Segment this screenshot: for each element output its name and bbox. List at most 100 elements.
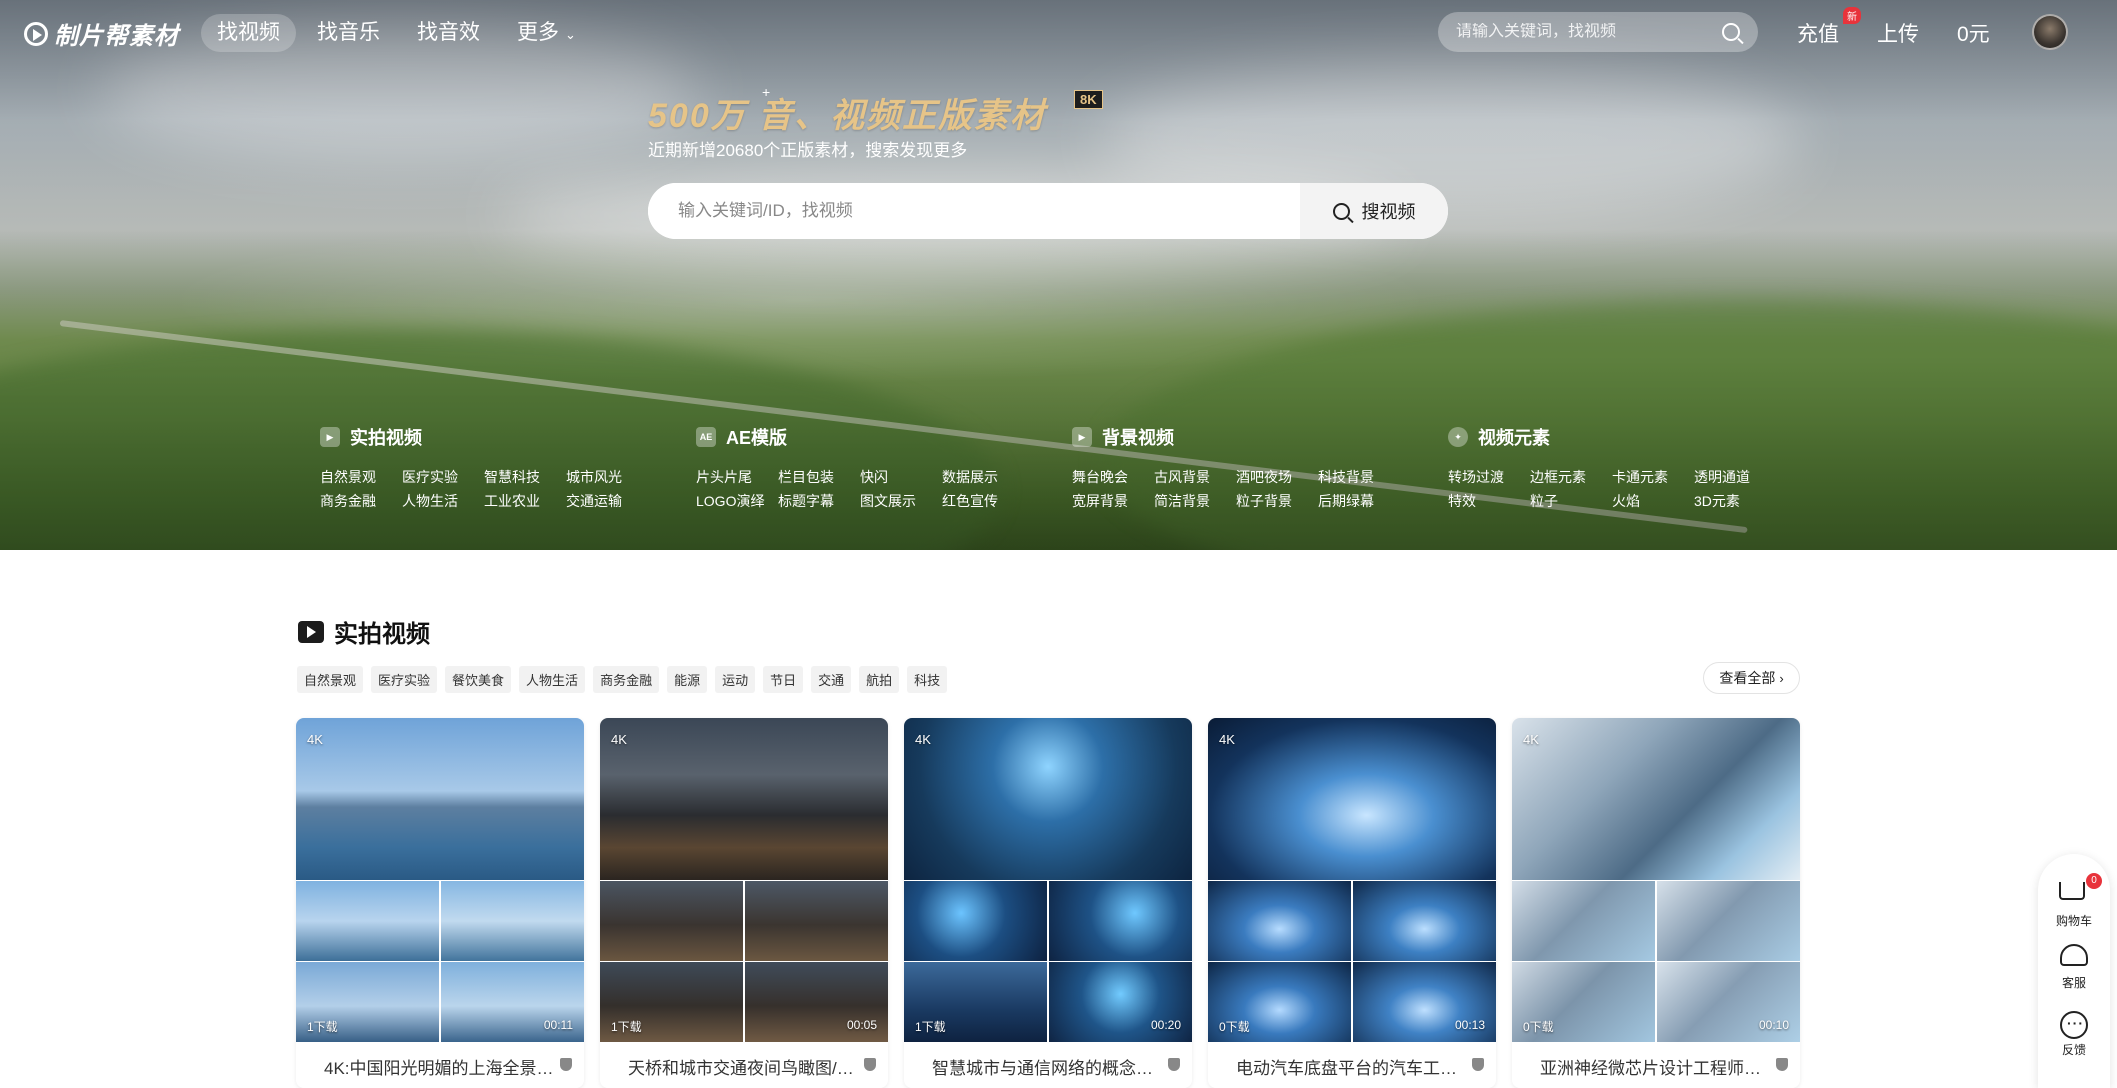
category-title[interactable]: AE AE模版 [696,425,1024,449]
logo-play-icon [24,21,48,46]
logo[interactable]: 制片帮素材 [24,16,179,51]
category-title[interactable]: ✦ 视频元素 [1448,425,1776,449]
customer-service-button[interactable]: 客服 [2038,944,2110,991]
category-link[interactable]: 特效 [1448,491,1530,511]
category-title-text: 视频元素 [1478,428,1550,448]
category-link[interactable]: 科技背景 [1318,467,1400,487]
video-card[interactable]: 4K 0下载 00:10 亚洲神经微芯片设计工程师使... [1512,718,1800,1088]
category-link[interactable]: 快闪 [860,467,942,487]
filter-tag[interactable]: 商务金融 [593,666,660,693]
category-link[interactable]: 自然景观 [320,467,402,487]
floating-toolbar: 0 购物车 客服 反馈 [2038,854,2110,1088]
category-link[interactable]: 栏目包装 [778,467,860,487]
shield-icon [1472,1058,1484,1071]
category-link[interactable]: 边框元素 [1530,467,1612,487]
shield-icon [1776,1058,1788,1071]
category-link[interactable]: 数据展示 [942,467,1024,487]
new-badge: 新 [1843,7,1861,24]
search-icon [1332,202,1350,220]
top-search-input[interactable] [1456,23,1722,41]
category-link[interactable]: 卡通元素 [1612,467,1694,487]
hero-banner [0,0,2117,550]
search-icon[interactable] [1722,23,1740,41]
view-all-button[interactable]: 查看全部 › [1703,662,1800,694]
video-card[interactable]: 4K 1下载 00:05 天桥和城市交通夜间鸟瞰图/上... [600,718,888,1088]
nav-find-sfx[interactable]: 找音效 [401,14,496,52]
category-link[interactable]: 人物生活 [402,491,484,511]
category-link[interactable]: 粒子 [1530,491,1612,511]
feedback-label: 反馈 [2061,1043,2086,1057]
top-search-box [1438,12,1758,52]
video-card[interactable]: 4K 0下载 00:13 电动汽车底盘平台的汽车工程... [1208,718,1496,1088]
filter-tag[interactable]: 航拍 [859,666,900,693]
resolution-badge: 4K [307,732,323,747]
nav-find-music[interactable]: 找音乐 [301,14,396,52]
avatar[interactable] [2032,14,2068,50]
service-label: 客服 [2061,976,2086,990]
category-link[interactable]: 透明通道 [1694,467,1776,487]
video-title: 4K:中国阳光明媚的上海全景景观 [324,1059,571,1078]
nav-find-video[interactable]: 找视频 [201,14,296,52]
category-link[interactable]: 工业农业 [484,491,566,511]
category-link[interactable]: 转场过渡 [1448,467,1530,487]
cart-button[interactable]: 0 购物车 [2038,873,2110,929]
category-link[interactable]: 3D元素 [1694,491,1776,511]
filter-tag[interactable]: 运动 [715,666,756,693]
filter-tag[interactable]: 节日 [763,666,804,693]
chevron-right-icon: › [1779,670,1784,686]
video-duration: 00:11 [543,1018,573,1032]
video-icon: ▶ [1072,427,1092,447]
feedback-button[interactable]: 反馈 [2038,1011,2110,1058]
category-link[interactable]: 古风背景 [1154,467,1236,487]
logo-text: 制片帮素材 [54,23,179,50]
category-link[interactable]: 简洁背景 [1154,491,1236,511]
cart-count-badge: 0 [2086,873,2102,889]
video-icon [298,620,324,643]
category-link[interactable]: 医疗实验 [402,467,484,487]
category-link[interactable]: 红色宣传 [942,491,1024,511]
cart-icon [2059,882,2089,908]
ae-icon: AE [696,427,716,447]
category-link[interactable]: 商务金融 [320,491,402,511]
filter-tag[interactable]: 医疗实验 [371,666,438,693]
filter-tag[interactable]: 科技 [907,666,948,693]
category-link[interactable]: 粒子背景 [1236,491,1318,511]
category-link[interactable]: 后期绿幕 [1318,491,1400,511]
category-link[interactable]: LOGO演绎 [696,491,778,511]
filter-tag[interactable]: 人物生活 [519,666,586,693]
category-link[interactable]: 城市风光 [566,467,648,487]
video-card[interactable]: 4K 1下载 00:20 智慧城市与通信网络的概念。5... [904,718,1192,1088]
filter-tag[interactable]: 能源 [667,666,708,693]
category-link[interactable]: 火焰 [1612,491,1694,511]
upload-link[interactable]: 上传 [1877,18,1919,48]
category-link[interactable]: 片头片尾 [696,467,778,487]
filter-tag[interactable]: 自然景观 [297,666,364,693]
category-title[interactable]: ▶ 实拍视频 [320,425,648,449]
video-duration: 00:13 [1454,1018,1485,1032]
main-search-input[interactable] [648,183,1300,239]
nav-more[interactable]: 更多 ⌄ [501,14,592,52]
category-link[interactable]: 智慧科技 [484,467,566,487]
hero-subline: 近期新增20680个正版素材，搜索发现更多 [648,141,968,160]
category-link[interactable]: 舞台晚会 [1072,467,1154,487]
cart-label: 购物车 [2055,914,2092,928]
category-link[interactable]: 宽屏背景 [1072,491,1154,511]
video-title: 电动汽车底盘平台的汽车工程... [1236,1059,1472,1078]
chevron-down-icon: ⌄ [565,27,576,42]
category-link[interactable]: 交通运输 [566,491,648,511]
balance-link[interactable]: 0元 [1957,18,1990,48]
filter-tag[interactable]: 餐饮美食 [445,666,512,693]
recharge-link[interactable]: 充值 [1797,18,1839,48]
category-link[interactable]: 标题字幕 [778,491,860,511]
video-card[interactable]: 4K 1下载 00:11 4K:中国阳光明媚的上海全景景观 [296,718,584,1088]
category-link[interactable]: 图文展示 [860,491,942,511]
badge-8k: 8K [1074,90,1103,109]
video-thumbnail [1512,718,1800,1042]
category-background-video: ▶ 背景视频 舞台晚会 古风背景 酒吧夜场 科技背景 宽屏背景 简洁背景 粒子背景… [1072,425,1400,511]
view-all-label: 查看全部 [1719,670,1776,686]
category-link[interactable]: 酒吧夜场 [1236,467,1318,487]
category-title[interactable]: ▶ 背景视频 [1072,425,1400,449]
filter-tag[interactable]: 交通 [811,666,852,693]
search-video-button[interactable]: 搜视频 [1300,183,1448,239]
nav-more-label: 更多 [517,21,559,44]
